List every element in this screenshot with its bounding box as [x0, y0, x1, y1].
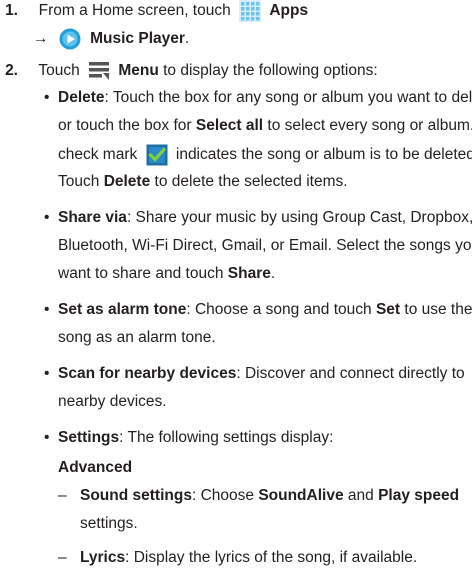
bullet-delete-line-4: Touch Delete to delete the selected item… [58, 172, 348, 192]
option-text: : The following settings display: [119, 429, 334, 446]
bullet-share-line-3: want to share and touch Share. [58, 264, 275, 284]
advanced-label: Advanced [58, 459, 133, 476]
bullet-delete-line-2: or touch the box for Select all to selec… [58, 116, 472, 136]
option-label: Delete [58, 89, 105, 106]
option-text: settings. [80, 515, 138, 532]
option-text: or touch the box for [58, 117, 192, 134]
option-text: to delete the selected items. [154, 173, 348, 190]
step-1: 1. From a Home screen, touch Apps [0, 0, 308, 22]
sub-option-label: Sound settings [80, 487, 192, 504]
step-number: 1. [5, 2, 18, 20]
bullet-delete: • Delete: Touch the box for any song or a… [44, 88, 472, 108]
bullet-alarm: • Set as alarm tone: Choose a song and to… [44, 300, 472, 320]
music-player-label: Music Player [90, 30, 185, 48]
option-text: indicates the song or album is to be del… [175, 146, 472, 164]
sub-sound-settings: – Sound settings: Choose SoundAlive and P… [58, 486, 459, 506]
option-label: Settings [58, 429, 120, 446]
option-text: song as an alarm tone. [58, 329, 216, 346]
option-text: want to share and touch [58, 265, 224, 282]
option-text: to use the [404, 301, 472, 318]
manual-page: 1. From a Home screen, touch Apps → Musi… [0, 0, 472, 573]
bullet-settings: • Settings: The following settings displa… [44, 428, 333, 448]
option-text: nearby devices. [58, 393, 167, 410]
option-text: Bluetooth, Wi-Fi Direct, Gmail, or Email… [58, 237, 472, 254]
dash: – [58, 549, 67, 566]
apps-grid-icon [239, 0, 262, 22]
bullet: • [44, 365, 50, 382]
music-player-icon [59, 28, 81, 50]
bullet: • [44, 89, 50, 106]
menu-icon [88, 60, 110, 82]
step-1-line-2: → Music Player. [33, 28, 189, 50]
option-label: Scan for nearby devices [58, 365, 237, 382]
bullet: • [44, 301, 50, 318]
option-text: : Choose [191, 487, 254, 504]
period: . [270, 265, 276, 282]
option-text: : Display the lyrics of the song, if ava… [125, 549, 418, 566]
sub-lyrics: – Lyrics: Display the lyrics of the song,… [58, 548, 417, 568]
step-text-post: to display the following options: [163, 62, 378, 80]
option-text: and [347, 487, 374, 504]
apps-label: Apps [269, 2, 309, 20]
sub-sound-settings-line-2: settings. [80, 514, 138, 534]
bullet-delete-line-3: check mark indicates the song or album i… [58, 144, 472, 166]
option-text: : Touch the box for any song or album yo… [104, 89, 472, 106]
delete-label: Delete [103, 173, 151, 190]
menu-label: Menu [118, 62, 159, 80]
bullet-share: • Share via: Share your music by using Gr… [44, 208, 472, 228]
dash: – [58, 487, 67, 504]
option-text: to select every song or album. A [267, 117, 472, 134]
option-text: Touch [58, 173, 100, 190]
share-label: Share [227, 265, 271, 282]
bullet-share-line-2: Bluetooth, Wi-Fi Direct, Gmail, or Email… [58, 236, 472, 256]
step-text: Touch [38, 62, 80, 80]
soundalive-label: SoundAlive [258, 487, 344, 504]
play-speed-label: Play speed [378, 487, 460, 504]
arrow-symbol: → [33, 30, 49, 48]
set-label: Set [375, 301, 401, 318]
bullet-scan: • Scan for nearby devices: Discover and c… [44, 364, 465, 384]
step-text: From a Home screen, touch [38, 2, 231, 20]
step-2: 2. Touch Menu to display the following o… [0, 60, 378, 82]
bullet: • [44, 209, 50, 226]
bullet: • [44, 429, 50, 446]
step-number: 2. [5, 62, 18, 80]
bullet-alarm-line-2: song as an alarm tone. [58, 328, 216, 348]
option-text: : Share your music by using Group Cast, … [126, 209, 472, 226]
period: . [184, 30, 190, 48]
option-label: Share via [58, 209, 127, 226]
select-all-label: Select all [195, 117, 264, 134]
option-text: : Discover and connect directly to [236, 365, 465, 382]
advanced-heading: Advanced [58, 458, 132, 478]
option-label: Set as alarm tone [58, 301, 187, 318]
option-text: check mark [58, 146, 138, 164]
checkmark-icon [146, 144, 168, 166]
sub-option-label: Lyrics [80, 549, 126, 566]
bullet-scan-line-2: nearby devices. [58, 392, 167, 412]
option-text: : Choose a song and touch [186, 301, 372, 318]
